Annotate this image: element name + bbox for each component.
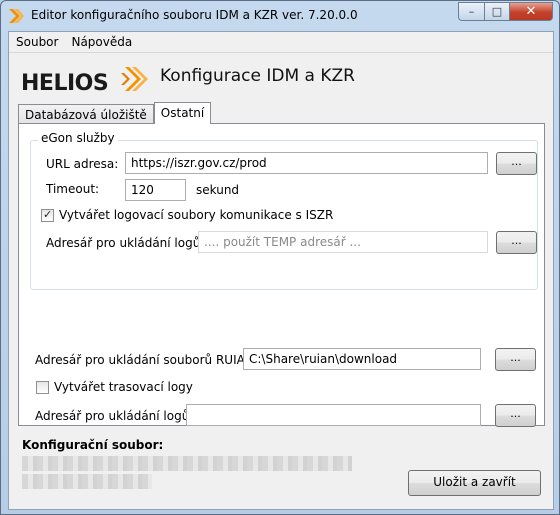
config-file-label: Konfigurační soubor: — [22, 438, 164, 452]
app-window: Editor konfiguračního souboru IDM a KZR … — [0, 0, 560, 515]
minimize-icon: – — [468, 5, 475, 18]
tab-panel-ostatni: eGon služby URL adresa: https://iszr.gov… — [18, 123, 545, 427]
helios-logo: HELIOS — [21, 67, 148, 95]
timeout-input[interactable]: 120 — [125, 179, 186, 201]
app-icon — [9, 9, 24, 23]
title-bar[interactable]: Editor konfiguračního souboru IDM a KZR … — [1, 1, 559, 31]
client-area: Soubor Nápověda HELIOS Konfigurace IDM a… — [8, 31, 554, 510]
egon-group: eGon služby URL adresa: https://iszr.gov… — [30, 131, 538, 290]
log-dir-browse-button[interactable]: ... — [496, 231, 537, 254]
ruian-browse-button[interactable]: ... — [495, 348, 536, 371]
save-and-close-button[interactable]: Uložit a zavřít — [408, 470, 541, 496]
log-dir-input[interactable]: .... použít TEMP adresář ... — [198, 231, 488, 253]
url-browse-button[interactable]: ... — [496, 152, 537, 175]
logo-text: HELIOS — [21, 71, 108, 95]
menu-napoveda[interactable]: Nápověda — [64, 32, 138, 52]
log-checkbox[interactable]: ✓ Vytvářet logovací soubory komunikace s… — [41, 208, 333, 222]
log-checkbox-box[interactable]: ✓ — [41, 207, 54, 222]
maximize-button[interactable]: □ — [484, 2, 509, 21]
config-file-path-redacted-2 — [22, 474, 152, 489]
menu-soubor[interactable]: Soubor — [9, 32, 64, 52]
url-input[interactable]: https://iszr.gov.cz/prod — [125, 152, 488, 174]
timeout-unit: sekund — [196, 183, 240, 197]
trace-dir-input[interactable] — [186, 404, 481, 426]
timeout-label: Timeout: — [46, 182, 100, 196]
ruian-dir-input[interactable]: C:\Share\ruian\download — [243, 348, 481, 370]
page-title: Konfigurace IDM a KZR — [160, 66, 355, 86]
trace-browse-button[interactable]: ... — [495, 404, 536, 427]
trace-dir-label: Adresář pro ukládání logů: — [35, 409, 194, 423]
config-file-path-redacted — [22, 456, 352, 471]
tab-databazova-uloziste[interactable]: Databázová úložiště — [18, 104, 154, 124]
ruian-dir-label: Adresář pro ukládání souborů RUIAN: — [35, 353, 258, 367]
url-label: URL adresa: — [46, 157, 119, 171]
close-icon: ✕ — [525, 4, 537, 19]
tab-strip: Databázová úložiště Ostatní — [18, 102, 212, 124]
egon-group-title: eGon služby — [38, 131, 118, 145]
trace-checkbox-label: Vytvářet trasovací logy — [54, 380, 193, 394]
checkmark-icon: ✓ — [43, 207, 53, 221]
trace-checkbox-box[interactable] — [36, 380, 49, 394]
minimize-button[interactable]: – — [458, 2, 484, 21]
log-dir-label: Adresář pro ukládání logů: — [46, 236, 205, 250]
trace-checkbox[interactable]: Vytvářet trasovací logy — [36, 380, 193, 394]
log-checkbox-label: Vytvářet logovací soubory komunikace s I… — [59, 208, 334, 222]
window-controls: – □ ✕ — [458, 2, 553, 21]
logo-mark-icon — [121, 67, 148, 91]
maximize-icon: □ — [491, 5, 503, 18]
window-title: Editor konfiguračního souboru IDM a KZR … — [31, 8, 358, 22]
menu-bar: Soubor Nápověda — [9, 32, 553, 53]
tab-ostatni[interactable]: Ostatní — [153, 102, 212, 124]
close-button[interactable]: ✕ — [509, 2, 553, 21]
